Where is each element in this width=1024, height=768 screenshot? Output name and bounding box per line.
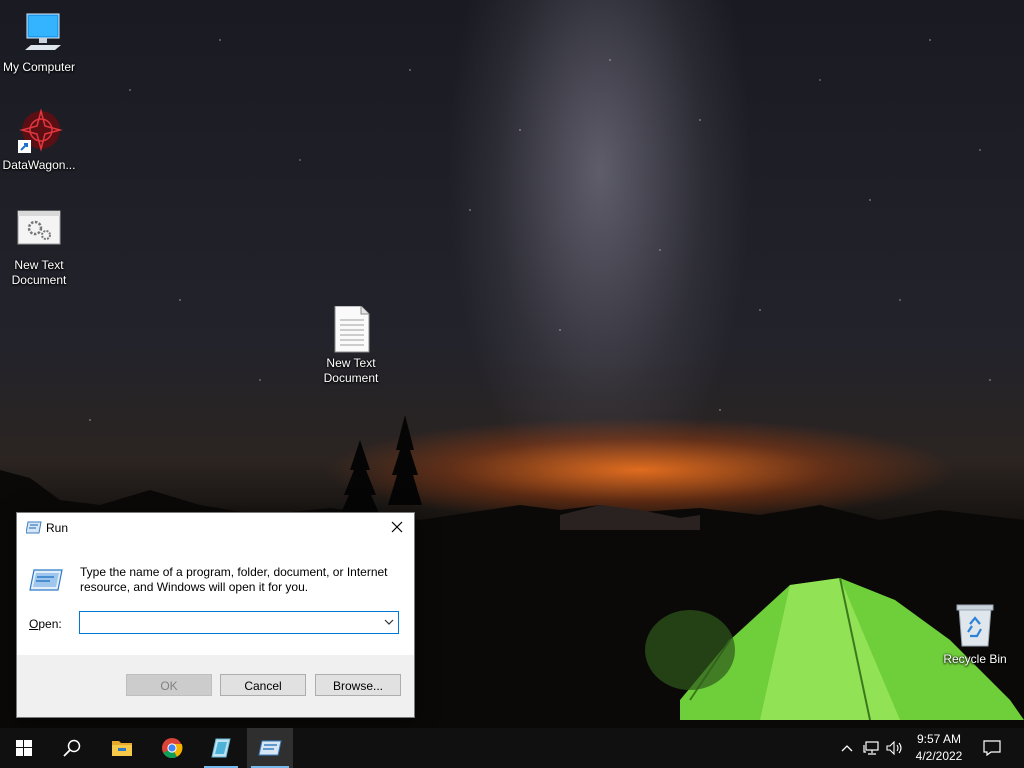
chevron-up-icon <box>841 745 853 752</box>
open-label-accelerator: O <box>29 617 39 631</box>
desktop-icon-label: Recycle Bin <box>943 652 1007 666</box>
taskbar-run[interactable] <box>247 728 293 768</box>
chevron-down-icon[interactable] <box>382 615 396 629</box>
network-icon <box>863 741 879 755</box>
run-icon <box>258 740 282 756</box>
action-center-button[interactable] <box>975 728 1009 768</box>
taskbar: 9:57 AM 4/2/2022 <box>0 728 1024 768</box>
taskbar-file-explorer[interactable] <box>101 728 143 768</box>
clock-date: 4/2/2022 <box>915 749 963 763</box>
desktop-icon-label: New Text Document <box>323 356 379 385</box>
desktop-icon-label: DataWagon... <box>2 158 76 172</box>
taskbar-chrome[interactable] <box>151 728 193 768</box>
speaker-icon <box>886 741 902 755</box>
desktop-icon-label: New Text Document <box>11 258 67 287</box>
desktop-icon-label: My Computer <box>2 60 76 74</box>
run-dialog-description: Type the name of a program, folder, docu… <box>80 565 388 594</box>
network-tray-button[interactable] <box>859 728 883 768</box>
recycle-bin-icon <box>951 602 999 650</box>
open-label: Open: <box>29 617 62 631</box>
run-dialog-title: Run <box>46 521 69 535</box>
chrome-icon <box>162 738 183 759</box>
desktop-icon-datawagon[interactable]: DataWagon... <box>1 108 77 173</box>
desktop-icon-new-text-document-2[interactable]: New Text Document <box>313 305 389 386</box>
desktop-icon-new-text-document-1[interactable]: New Text Document <box>1 208 77 288</box>
open-label-rest: pen: <box>38 617 62 631</box>
clock[interactable]: 9:57 AM 4/2/2022 <box>909 728 969 768</box>
browse-button[interactable]: Browse... <box>315 674 401 696</box>
show-hidden-icons-button[interactable] <box>836 728 858 768</box>
close-icon <box>391 521 403 533</box>
volume-tray-button[interactable] <box>883 728 907 768</box>
settings-file-icon <box>15 208 63 256</box>
open-input[interactable] <box>82 613 372 630</box>
run-large-icon <box>29 569 63 591</box>
close-button[interactable] <box>380 513 414 542</box>
cancel-button[interactable]: Cancel <box>220 674 306 696</box>
ok-button[interactable]: OK <box>126 674 212 696</box>
start-windows-icon <box>16 740 32 756</box>
run-icon <box>26 521 42 534</box>
run-dialog-footer: OK Cancel Browse... <box>17 655 414 717</box>
taskbar-app[interactable] <box>200 728 242 768</box>
file-explorer-icon <box>112 741 132 756</box>
search-button[interactable] <box>51 728 93 768</box>
open-combobox[interactable] <box>79 611 399 634</box>
text-file-icon <box>327 305 375 354</box>
search-icon <box>63 739 81 757</box>
run-dialog-titlebar[interactable]: Run <box>17 513 414 543</box>
app-icon <box>211 738 231 758</box>
desktop-icon-my-computer[interactable]: My Computer <box>1 10 77 75</box>
desktop-icon-recycle-bin[interactable]: Recycle Bin <box>937 602 1013 667</box>
datawagon-icon <box>15 108 63 156</box>
start-button[interactable] <box>3 728 45 768</box>
clock-time: 9:57 AM <box>916 732 962 746</box>
computer-icon <box>15 10 63 58</box>
notification-icon <box>983 740 1001 756</box>
run-dialog: Run Type the name of a program, folder, … <box>16 512 415 718</box>
